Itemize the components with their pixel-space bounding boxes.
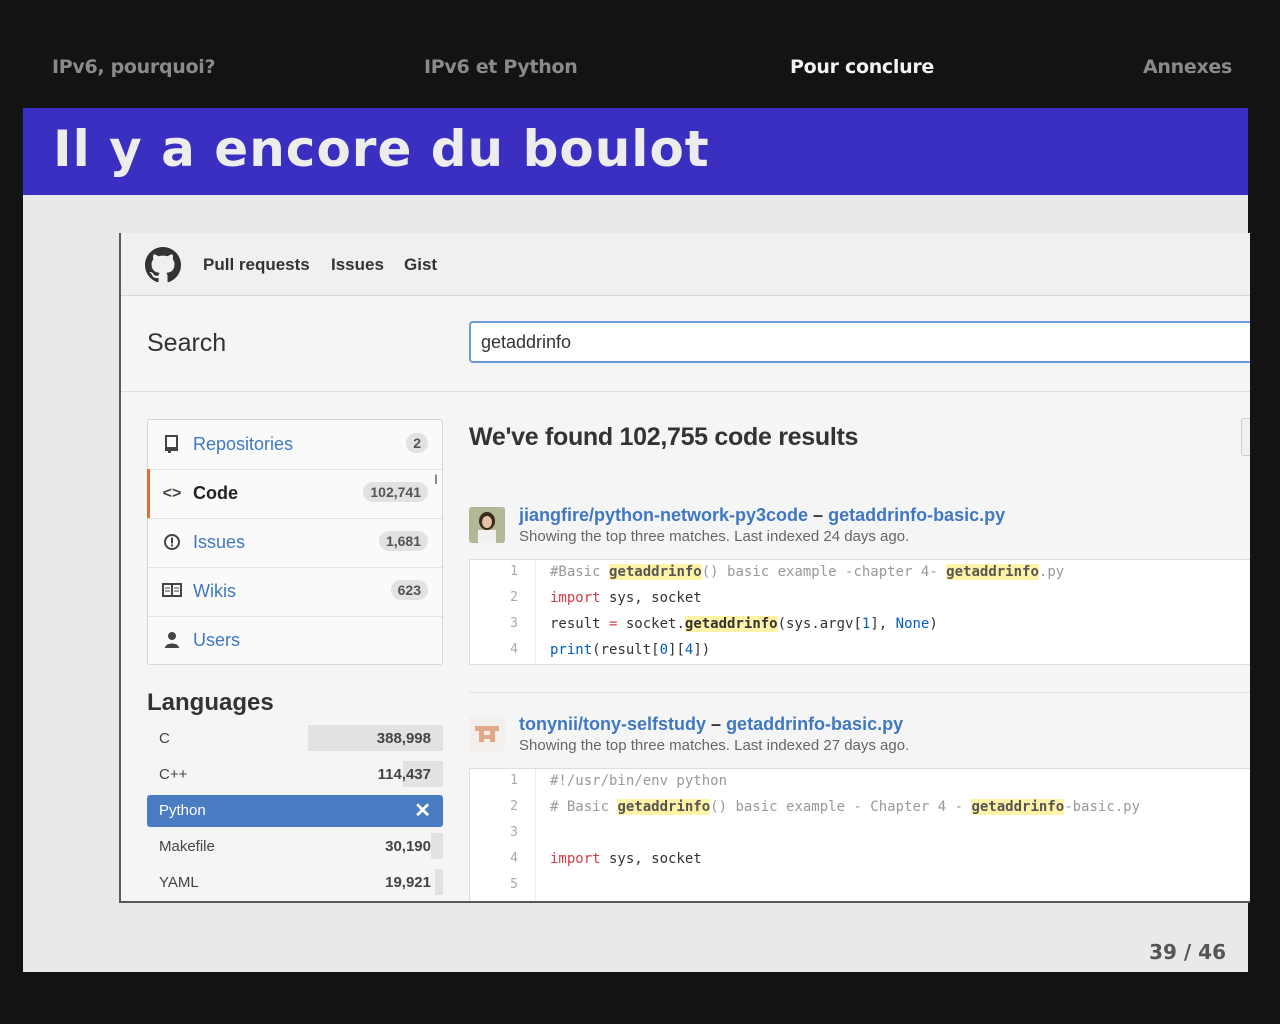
person-icon [162,631,182,651]
line-number: 4 [510,851,518,866]
menu-item-issues[interactable]: Issues 1,681 [148,518,442,568]
title-separator: – [711,714,722,734]
result-type-menu: Repositories 2 <> Code 102,741 Issues 1,… [147,419,443,665]
line-number: 5 [510,877,518,892]
header-link-issues[interactable]: Issues [331,255,384,275]
menu-label: Issues [193,532,246,552]
repo-link[interactable]: tonynii/tony-selfstudy [519,714,706,734]
menu-item-repositories[interactable]: Repositories 2 [148,420,442,470]
language-filter-makefile[interactable]: Makefile 30,190 [147,831,443,863]
result-title: tonynii/tony-selfstudy – getaddrinfo-bas… [519,714,903,735]
issue-icon [162,533,182,553]
result-subtitle: Showing the top three matches. Last inde… [519,737,910,754]
line-number: 1 [510,773,518,788]
results-divider [469,692,1250,693]
beamer-navigation: IPv6, pourquoi? IPv6 et Python Pour conc… [0,0,1280,105]
count-badge: 102,741 [363,482,428,502]
language-name: YAML [159,874,199,891]
nav-item-ipv6-et-python[interactable]: IPv6 et Python [424,56,578,78]
menu-label: Users [193,630,241,650]
language-name: Makefile [159,838,215,855]
result-title: jiangfire/python-network-py3code – getad… [519,505,1005,526]
code-text: #Basic getaddrinfo() basic example -chap… [550,564,1065,580]
nav-item-annexes[interactable]: Annexes [1143,56,1232,78]
slide-title: Il y a encore du boulot [53,120,710,178]
search-heading: Search [147,329,227,357]
book-icon [162,582,182,602]
close-icon[interactable]: ✕ [414,798,431,823]
user-avatar[interactable] [469,507,505,543]
code-line: 1 #!/usr/bin/env python [470,769,1250,795]
sort-button[interactable] [1241,418,1250,456]
language-filter-python[interactable]: Python ✕ [147,795,443,827]
language-filter-cpp[interactable]: C++ 114,437 [147,759,443,791]
code-text: result = socket.getaddrinfo(sys.argv[1],… [550,616,938,632]
menu-label: Wikis [193,581,236,601]
identicon-avatar[interactable] [469,716,505,752]
line-number: 2 [510,590,518,605]
code-text: print(result[0][4]) [550,642,711,658]
results-count-heading: We've found 102,755 code results [469,423,859,451]
nav-item-pour-conclure[interactable]: Pour conclure [790,56,934,78]
code-line: 2 import sys, socket [470,586,1250,612]
code-snippet: 1 #Basic getaddrinfo() basic example -ch… [469,559,1250,665]
menu-item-wikis[interactable]: Wikis 623 [148,567,442,617]
file-link[interactable]: getaddrinfo-basic.py [726,714,903,734]
github-header: Pull requests Issues Gist [121,233,1250,296]
line-number: 4 [510,642,518,657]
header-link-pull-requests[interactable]: Pull requests [203,255,310,275]
language-filter-yaml[interactable]: YAML 19,921 [147,867,443,899]
line-number: 3 [510,616,518,631]
repo-link[interactable]: jiangfire/python-network-py3code [519,505,808,525]
result-subtitle: Showing the top three matches. Last inde… [519,528,910,545]
language-name: Python [159,802,206,819]
languages-heading: Languages [147,689,274,716]
code-line: 4 import sys, socket [470,847,1250,873]
code-text: import sys, socket [550,851,702,867]
code-snippet: 1 #!/usr/bin/env python 2 # Basic getadd… [469,768,1250,901]
code-text: import sys, socket [550,590,702,606]
slide: Il y a encore du boulot Pull requests Is… [23,108,1250,972]
language-count: 19,921 [385,874,431,891]
repo-icon [162,435,182,455]
search-input[interactable] [469,321,1250,363]
language-count: 388,998 [376,730,431,747]
divider [121,391,1250,392]
text-cursor-icon: I [434,471,438,487]
language-name: C [159,730,170,747]
line-number: 3 [510,825,518,840]
line-number: 2 [510,799,518,814]
code-line: 1 #Basic getaddrinfo() basic example -ch… [470,560,1250,586]
count-badge: 2 [406,433,428,453]
code-line: 3 result = socket.getaddrinfo(sys.argv[1… [470,612,1250,638]
page-number: 39 / 46 [1149,940,1226,964]
code-line: 3 [470,821,1250,847]
menu-item-users[interactable]: Users [148,616,442,665]
code-text: #!/usr/bin/env python [550,773,728,789]
count-badge: 1,681 [378,531,428,551]
language-share-bar [431,833,443,859]
code-line: 5 [470,873,1250,899]
slide-title-bar: Il y a encore du boulot [23,108,1248,195]
file-link[interactable]: getaddrinfo-basic.py [828,505,1005,525]
language-count: 30,190 [385,838,431,855]
title-separator: – [813,505,824,525]
count-badge: 623 [390,580,428,600]
language-count: 114,437 [377,766,431,783]
menu-item-code[interactable]: <> Code 102,741 [147,469,442,519]
language-share-bar [435,869,443,895]
language-name: C++ [159,766,188,783]
header-link-gist[interactable]: Gist [404,255,437,275]
code-text: # Basic getaddrinfo() basic example - Ch… [550,799,1141,815]
code-icon: <> [162,485,182,502]
line-number: 1 [510,564,518,579]
menu-label: Repositories [193,434,294,454]
code-line: 2 # Basic getaddrinfo() basic example - … [470,795,1250,821]
nav-item-ipv6-pourquoi[interactable]: IPv6, pourquoi? [52,56,216,78]
code-line: 4 print(result[0][4]) [470,638,1250,664]
github-logo-icon[interactable] [145,247,181,283]
language-filter-c[interactable]: C 388,998 [147,723,443,755]
github-search-screenshot: Pull requests Issues Gist Search Reposit… [119,233,1250,903]
menu-label: Code [193,483,238,503]
